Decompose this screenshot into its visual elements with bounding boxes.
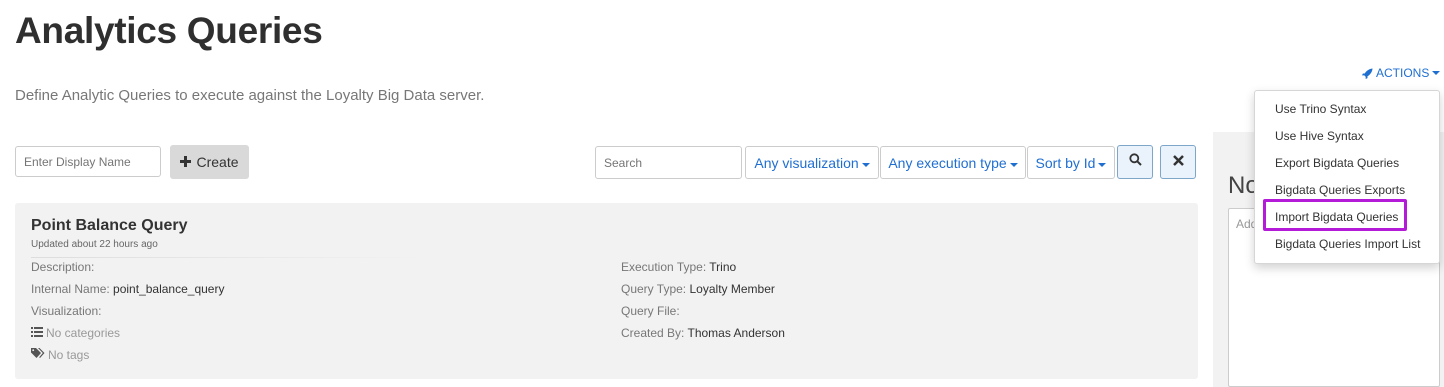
menu-item-export-bigdata-queries[interactable]: Export Bigdata Queries (1275, 156, 1399, 170)
execution-type-label: Execution Type: (621, 260, 707, 274)
visualization-field: Visualization: (31, 304, 102, 318)
description-label: Description: (31, 260, 95, 274)
card-divider (31, 257, 426, 258)
query-title[interactable]: Point Balance Query (31, 217, 188, 235)
close-icon (1172, 153, 1184, 171)
tags-text: No tags (48, 348, 90, 362)
menu-item-use-hive-syntax[interactable]: Use Hive Syntax (1275, 129, 1364, 143)
query-updated-time: Updated about 22 hours ago (31, 239, 158, 250)
highlight-box (1263, 199, 1407, 231)
internal-name-value: point_balance_query (113, 282, 225, 296)
clear-filters-button[interactable] (1160, 145, 1196, 179)
sort-label: Sort by Id (1035, 154, 1096, 171)
visualization-filter-dropdown[interactable]: Any visualization (745, 146, 879, 179)
search-button[interactable] (1117, 145, 1153, 179)
visualization-label: Visualization: (31, 304, 102, 318)
search-input[interactable] (595, 146, 742, 179)
query-file-field: Query File: (621, 304, 680, 318)
caret-down-icon (1098, 155, 1107, 171)
internal-name-label: Internal Name: (31, 282, 110, 296)
execution-type-value: Trino (709, 260, 737, 274)
execution-type-filter-label: Any execution type (888, 154, 1007, 171)
caret-down-icon (1432, 70, 1441, 76)
display-name-input[interactable] (15, 146, 161, 177)
description-field: Description: (31, 260, 94, 274)
menu-item-use-trino-syntax[interactable]: Use Trino Syntax (1275, 102, 1366, 116)
page-description: Define Analytic Queries to execute again… (15, 87, 485, 104)
created-by-label: Created By: (621, 326, 685, 340)
list-icon (31, 326, 43, 340)
create-button[interactable]: Create (170, 145, 249, 179)
actions-label: ACTIONS (1376, 66, 1430, 80)
query-file-label: Query File: (621, 304, 680, 318)
tags-field: No tags (31, 348, 89, 362)
actions-menu-toggle[interactable]: ACTIONS (1362, 66, 1441, 80)
visualization-filter-label: Any visualization (754, 154, 859, 171)
categories-field: No categories (31, 326, 120, 340)
create-button-label: Create (196, 154, 239, 170)
execution-type-field: Execution Type: Trino (621, 260, 736, 274)
categories-text: No categories (46, 326, 121, 340)
rocket-icon (1362, 67, 1373, 79)
menu-item-bigdata-queries-exports[interactable]: Bigdata Queries Exports (1275, 183, 1405, 197)
query-type-value: Loyalty Member (689, 282, 775, 296)
query-type-label: Query Type: (621, 282, 687, 296)
created-by-value: Thomas Anderson (687, 326, 785, 340)
execution-type-filter-dropdown[interactable]: Any execution type (880, 146, 1026, 179)
plus-icon (180, 154, 192, 170)
sort-dropdown[interactable]: Sort by Id (1027, 146, 1115, 179)
created-by-field: Created By: Thomas Anderson (621, 326, 785, 340)
internal-name-field: Internal Name: point_balance_query (31, 282, 224, 296)
caret-down-icon (861, 155, 870, 171)
menu-item-bigdata-queries-import-list[interactable]: Bigdata Queries Import List (1275, 237, 1420, 251)
search-icon (1128, 153, 1142, 171)
page-title: Analytics Queries (15, 10, 323, 51)
query-type-field: Query Type: Loyalty Member (621, 282, 775, 296)
tags-icon (31, 348, 45, 362)
caret-down-icon (1009, 155, 1018, 171)
actions-dropdown-menu: Use Trino Syntax Use Hive Syntax Export … (1254, 90, 1440, 264)
